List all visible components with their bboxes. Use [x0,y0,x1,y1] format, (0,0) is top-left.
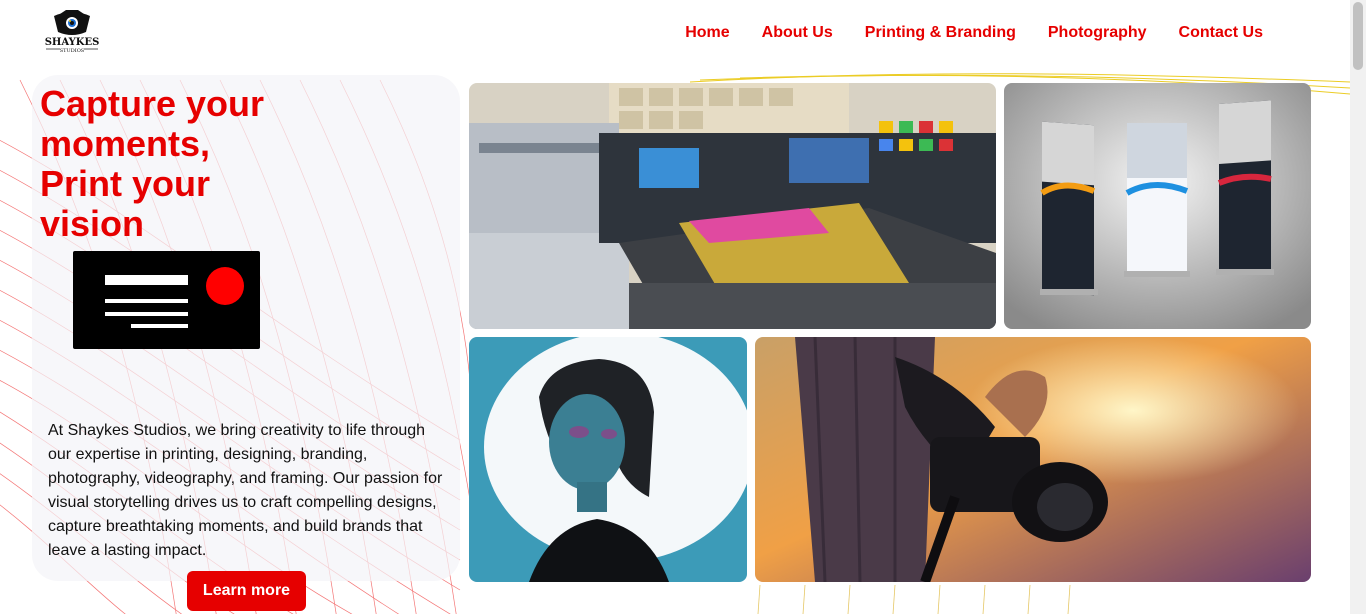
nav-photography-link[interactable]: Photography [1048,24,1147,42]
svg-text:SHAYKES: SHAYKES [45,37,100,48]
printer-photo [469,83,996,329]
camera-logo-icon: SHAYKES STUDIOS [45,10,100,54]
camera-sunset-photo [755,337,1311,582]
scrollbar-thumb[interactable] [1353,2,1363,70]
portrait-photo [469,337,747,582]
svg-text:STUDIOS: STUDIOS [60,48,85,54]
nav-printing-branding-link[interactable]: Printing & Branding [865,24,1016,42]
nav-about-link[interactable]: About Us [762,24,833,42]
nav-home-link[interactable]: Home [685,24,729,42]
print-card-illustration [73,251,260,349]
main-nav: Home About Us Printing & Branding Photog… [685,24,1263,42]
document-icon [105,267,244,328]
hero-description: At Shaykes Studios, we bring creativity … [48,422,443,559]
hero-title-line: moments, [40,123,211,164]
hero-title: Capture your moments, Print your vision [40,84,320,244]
hero-title-line: vision [40,203,145,244]
nav-contact-link[interactable]: Contact Us [1179,24,1263,42]
hero-title-line: Capture your [40,83,265,124]
shaykes-logo[interactable]: SHAYKES STUDIOS [42,6,102,56]
learn-more-button[interactable]: Learn more [187,571,306,611]
page-scrollbar[interactable] [1350,0,1366,614]
top-navigation-bar: SHAYKES STUDIOS Home About Us Printing &… [0,0,1350,73]
rollup-banners-photo [1004,83,1311,329]
hero-title-line: Print your [40,163,211,204]
